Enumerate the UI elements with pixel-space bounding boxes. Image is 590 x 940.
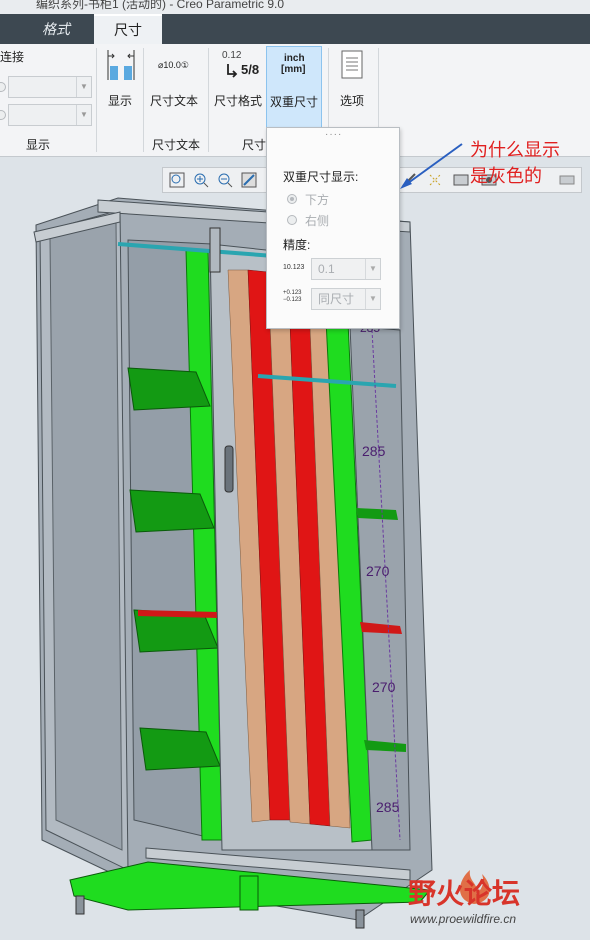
- annotation-arrow: [400, 143, 463, 189]
- watermark: 野火论坛 www.proewildfire.cn: [408, 870, 584, 932]
- window-title: 编织系列-书柜1 (活动的) - Creo Parametric 9.0: [36, 0, 285, 11]
- dim-format-icon-frac: 0.12: [222, 50, 242, 61]
- dim-format-icon-big: 5/8: [241, 62, 260, 77]
- annotation-line-1: 为什么显示: [470, 140, 560, 160]
- group-label-display: 显示: [26, 138, 51, 152]
- dual-dimension-button[interactable]: inch [mm] 双重尺寸: [266, 46, 322, 128]
- connect-radio-1[interactable]: [0, 82, 6, 92]
- foot-left: [75, 895, 85, 915]
- dual-dimension-label: 双重尺寸: [270, 95, 319, 109]
- display-button-label[interactable]: 显示: [108, 92, 132, 109]
- right-shelf-1: [356, 508, 398, 520]
- connect-combo-1[interactable]: ▼: [8, 76, 92, 98]
- tolerance-icon-top: +0.123: [283, 290, 302, 296]
- group-label-dim-text: 尺寸文本: [152, 138, 201, 152]
- precision-select[interactable]: 0.1 ▼: [311, 258, 381, 280]
- watermark-brand: 野火论坛: [408, 878, 521, 909]
- dual-display-title: 双重尺寸显示:: [283, 170, 359, 184]
- dim-text-button-label[interactable]: 尺寸文本: [150, 92, 198, 109]
- connect-combo-2[interactable]: ▼: [8, 104, 92, 126]
- group-separator: [96, 48, 97, 152]
- dual-icon-bottom: [mm]: [281, 64, 306, 75]
- chevron-down-icon: ▼: [76, 105, 91, 125]
- connect-radio-2[interactable]: [0, 110, 6, 120]
- precision-icon: 10.123: [283, 264, 305, 271]
- dim-format-button-label[interactable]: 尺寸格式: [214, 92, 262, 109]
- radio-below-label[interactable]: 下方: [305, 191, 329, 208]
- view-manager-icon[interactable]: [559, 172, 575, 188]
- group-separator: [143, 48, 144, 152]
- tolerance-value: 同尺寸: [318, 292, 355, 306]
- dim-text-4: 285: [376, 799, 400, 815]
- tolerance-icon-bottom: −0.123: [283, 297, 302, 303]
- repaint-icon[interactable]: [241, 172, 257, 188]
- tab-format[interactable]: 格式: [26, 14, 86, 44]
- cabinet-left-inner: [49, 221, 123, 851]
- hinge: [209, 227, 221, 273]
- tolerance-icon: +0.123 −0.123: [283, 290, 302, 304]
- group-separator: [208, 48, 209, 152]
- shelf-2: [129, 489, 215, 533]
- zoom-out-icon[interactable]: [217, 172, 233, 188]
- zoom-in-icon[interactable]: [193, 172, 209, 188]
- radio-right[interactable]: [287, 215, 297, 225]
- radio-below[interactable]: [287, 194, 297, 204]
- base-block: [239, 875, 259, 911]
- chevron-down-icon: ▼: [365, 289, 380, 309]
- precision-value: 0.1: [318, 262, 335, 276]
- precision-label: 精度:: [283, 238, 311, 252]
- dual-dimension-panel: ···· 双重尺寸显示: 下方 右侧 精度: 10.123 0.1 ▼ +0.1…: [266, 127, 400, 329]
- watermark-url: www.proewildfire.cn: [410, 912, 517, 926]
- tab-dimension[interactable]: 尺寸: [94, 14, 162, 44]
- panel-grip[interactable]: ····: [325, 129, 342, 140]
- dim-text-icon[interactable]: ⌀10.0①: [158, 60, 189, 71]
- radio-right-label[interactable]: 右侧: [305, 212, 329, 229]
- connect-label: 连接: [0, 50, 25, 64]
- tolerance-select[interactable]: 同尺寸 ▼: [311, 288, 381, 310]
- annotation-line-2: 是灰色的: [470, 166, 542, 186]
- foot-right: [355, 909, 365, 929]
- dual-icon-top: inch: [284, 53, 305, 64]
- dim-text-3: 270: [372, 679, 396, 695]
- window-title-bar: 编织系列-书柜1 (活动的) - Creo Parametric 9.0: [0, 0, 590, 14]
- display-icon[interactable]: [104, 48, 138, 84]
- chevron-down-icon: ▼: [365, 259, 380, 279]
- dim-text-2: 270: [366, 563, 390, 579]
- group-label-dimension: 尺寸: [242, 138, 267, 152]
- chevron-down-icon: ▼: [76, 77, 91, 97]
- ribbon-tab-bar: 格式 尺寸: [0, 14, 590, 44]
- options-button-label[interactable]: 选项: [340, 92, 364, 109]
- dim-text-1: 285: [362, 443, 386, 459]
- door-handle: [224, 445, 234, 493]
- options-icon[interactable]: [340, 50, 364, 80]
- zoom-fit-icon[interactable]: [169, 172, 185, 188]
